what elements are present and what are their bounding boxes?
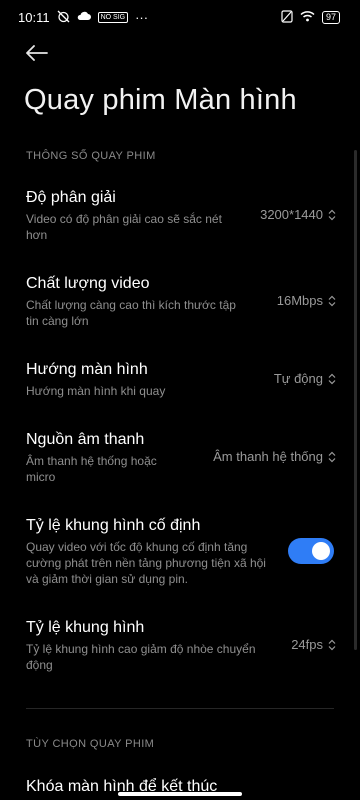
up-down-chevron-icon [328,209,336,220]
toggle-knob [312,542,330,560]
setting-title: Tỷ lệ khung hình cố định [26,517,201,534]
wifi-icon [300,10,315,24]
setting-description: Tỷ lệ khung hình cao giảm độ nhòe chuyển… [26,642,256,672]
setting-description: Video có độ phân giải cao sẽ sắc nét hơn [26,212,222,242]
setting-value: 16Mbps [277,293,336,308]
up-down-chevron-icon [328,373,336,384]
section-header-options: TÙY CHỌN QUAY PHIM [26,738,155,750]
battery-indicator: 97 [321,10,340,24]
setting-description: Quay video với tốc độ khung cố định tăng… [26,540,266,586]
fixed-frame-rate-toggle[interactable] [288,538,334,564]
more-notifications-icon: ··· [135,9,149,25]
setting-value: 3200*1440 [260,207,336,222]
up-down-chevron-icon [328,451,336,462]
status-time: 10:11 [18,9,50,25]
setting-sound-source[interactable]: Nguồn âm thanh Âm thanh hệ thống hoặc mic… [26,430,336,485]
arrow-left-icon [26,45,48,61]
home-indicator[interactable] [118,792,242,796]
setting-video-quality[interactable]: Chất lượng video Chất lượng càng cao thì… [26,274,336,329]
status-left: 10:11 NO SIG ··· [18,10,148,25]
page-title: Quay phim Màn hình [24,84,297,116]
setting-title: Chất lượng video [26,275,150,292]
setting-description: Chất lượng càng cao thì kích thước tập ti… [26,298,236,328]
setting-value: 24fps [291,637,336,652]
cloud-icon [77,11,91,23]
setting-frame-rate[interactable]: Tỷ lệ khung hình Tỷ lệ khung hình cao gi… [26,618,336,673]
section-divider [26,708,334,709]
status-badge: NO SIG [97,11,129,23]
back-button[interactable] [24,40,50,66]
status-bar: 10:11 NO SIG ··· 97 [0,0,360,34]
setting-value: Tự động [274,371,336,386]
section-header-recording: THÔNG SỐ QUAY PHIM [26,150,156,162]
setting-value: Âm thanh hệ thống [213,449,336,464]
no-sim-icon [281,9,293,25]
scrollbar[interactable] [354,150,357,650]
setting-title: Tỷ lệ khung hình [26,619,145,636]
setting-resolution[interactable]: Độ phân giải Video có độ phân giải cao s… [26,188,336,243]
up-down-chevron-icon [328,295,336,306]
up-down-chevron-icon [328,639,336,650]
setting-title: Nguồn âm thanh [26,431,145,448]
setting-title: Độ phân giải [26,189,116,206]
setting-screen-orientation[interactable]: Hướng màn hình Hướng màn hình khi quay T… [26,360,336,399]
setting-fixed-frame-rate[interactable]: Tỷ lệ khung hình cố định Quay video với … [26,516,336,587]
alarm-off-icon [57,10,70,25]
status-right: 97 [281,9,340,25]
